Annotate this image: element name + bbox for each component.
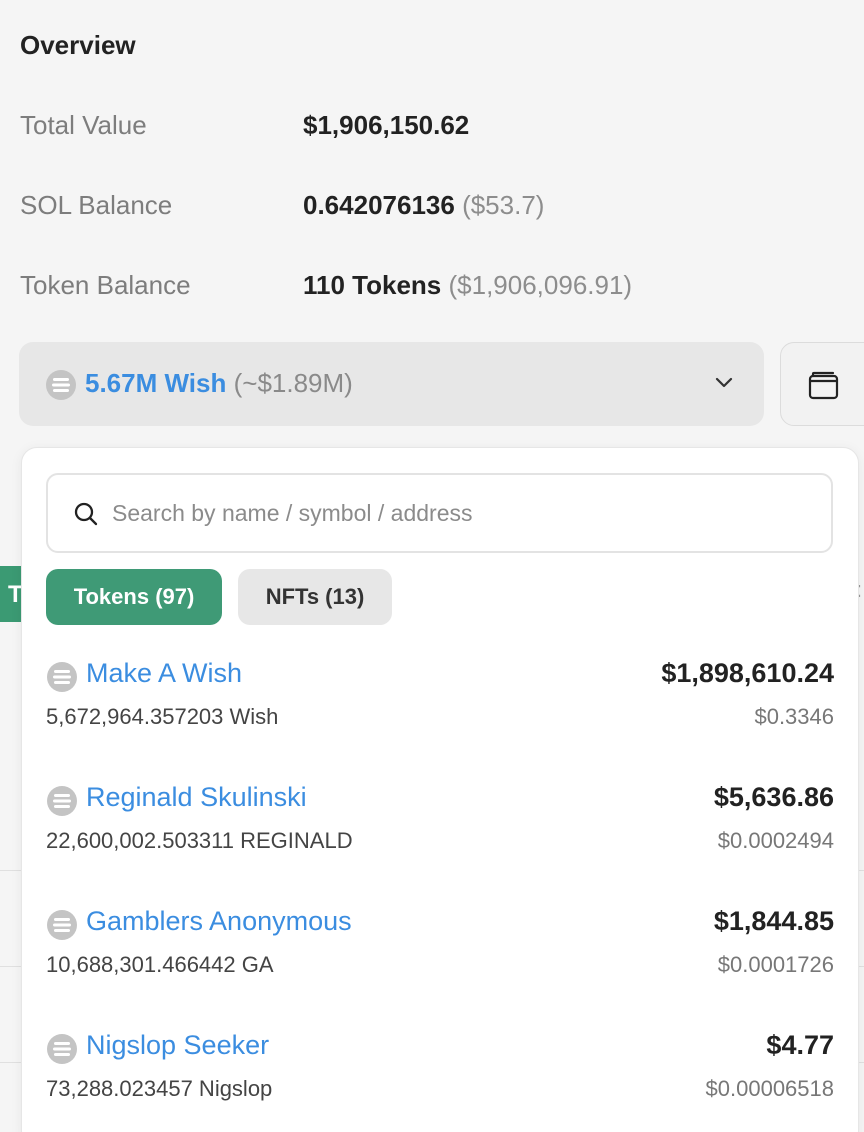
token-price: $0.3346 — [754, 704, 834, 729]
token-balance: 10,688,301.466442 GA — [46, 952, 274, 977]
page: { "overview": { "title": "Overview", "to… — [0, 0, 864, 1132]
token-icon — [47, 786, 77, 816]
token-name-link[interactable]: Reginald Skulinski — [86, 782, 307, 813]
token-value: $1,898,610.24 — [661, 658, 834, 688]
token-value: $4.77 — [766, 1030, 834, 1060]
token-value: $5,636.86 — [713, 782, 834, 812]
total-value-label: Total Value — [20, 110, 147, 140]
search-input[interactable] — [112, 493, 812, 533]
wallet-button[interactable] — [780, 342, 864, 426]
selected-token-usd: (~$1.89M) — [233, 368, 353, 398]
token-name-link[interactable]: Gamblers Anonymous — [86, 906, 352, 937]
token-balance: 22,600,002.503311 REGINALD — [46, 828, 353, 853]
token-list-item[interactable]: Nigslop Seeker 73,288.023457 Nigslop $4.… — [46, 1025, 834, 1125]
token-balance-label: Token Balance — [20, 270, 191, 300]
tab-tokens[interactable]: Tokens (97) — [46, 569, 222, 625]
token-icon — [47, 662, 77, 692]
token-icon — [47, 910, 77, 940]
token-price: $0.0001726 — [717, 952, 834, 977]
token-list-item[interactable]: Reginald Skulinski 22,600,002.503311 REG… — [46, 777, 834, 877]
token-value: $1,844.85 — [713, 906, 834, 936]
total-value: $1,906,150.62 — [303, 110, 470, 140]
chevron-down-icon — [715, 377, 733, 388]
token-list-item[interactable]: Make A Wish 5,672,964.357203 Wish $1,898… — [46, 653, 834, 753]
token-balance: 5,672,964.357203 Wish — [46, 704, 279, 729]
token-name-link[interactable]: Nigslop Seeker — [86, 1030, 269, 1061]
token-icon — [46, 370, 76, 400]
token-price: $0.0002494 — [717, 828, 834, 853]
token-dropdown: Tokens (97) NFTs (13) Make A Wish 5,672,… — [21, 447, 859, 1132]
token-list-item[interactable]: Gamblers Anonymous 10,688,301.466442 GA … — [46, 901, 834, 1001]
token-balance-value: 110 Tokens — [303, 270, 442, 300]
selected-token-amount: 5.67M Wish — [85, 368, 227, 398]
search-icon — [74, 502, 98, 526]
sol-balance-value: 0.642076136 — [303, 190, 455, 220]
search-box[interactable] — [46, 473, 833, 553]
token-name-link[interactable]: Make A Wish — [86, 658, 242, 689]
token-balance-usd: ($1,906,096.91) — [448, 270, 633, 300]
tab-nfts[interactable]: NFTs (13) — [238, 569, 392, 625]
wallet-icon — [808, 371, 839, 400]
sol-balance-usd: ($53.7) — [462, 190, 545, 220]
token-selector[interactable]: 5.67M Wish (~$1.89M) — [19, 342, 764, 426]
token-price: $0.00006518 — [705, 1076, 834, 1101]
token-balance: 73,288.023457 Nigslop — [46, 1076, 273, 1101]
sol-balance-label: SOL Balance — [20, 190, 173, 220]
overview-title: Overview — [20, 30, 136, 60]
token-icon — [47, 1034, 77, 1064]
